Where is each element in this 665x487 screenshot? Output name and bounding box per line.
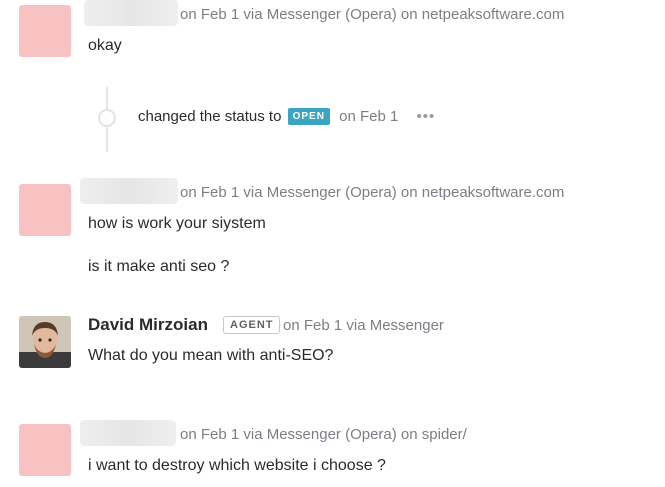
timeline-dot-icon [98,109,116,127]
agent-badge: AGENT [223,316,280,334]
redacted-name [84,0,178,26]
agent-avatar[interactable] [19,316,71,368]
redacted-name [80,420,176,446]
redacted-name [80,178,178,204]
status-change-text: changed the status to [138,108,282,125]
message-text: i want to destroy which website i choose… [88,457,386,474]
author-name[interactable]: David Mirzoian [88,315,208,335]
message-meta: on Feb 1 via Messenger (Opera) on spider… [180,426,467,443]
message-text: okay [88,37,122,54]
status-change-date: on Feb 1 [339,108,399,125]
message-meta: on Feb 1 via Messenger (Opera) on netpea… [180,6,565,23]
status-badge: OPEN [287,108,330,125]
message-text: how is work your siystem [88,215,266,232]
status-change-row: changed the status to OPEN on Feb 1 ••• [138,108,435,125]
avatar[interactable] [19,184,71,236]
message-text: What do you mean with anti-SEO? [88,347,334,364]
agent-face-icon [19,316,71,368]
avatar[interactable] [19,424,71,476]
message-text: is it make anti seo ? [88,258,230,275]
more-options-icon[interactable]: ••• [417,108,436,125]
message-meta: on Feb 1 via Messenger [283,317,444,334]
avatar[interactable] [19,5,71,57]
message-meta: on Feb 1 via Messenger (Opera) on netpea… [180,184,565,201]
